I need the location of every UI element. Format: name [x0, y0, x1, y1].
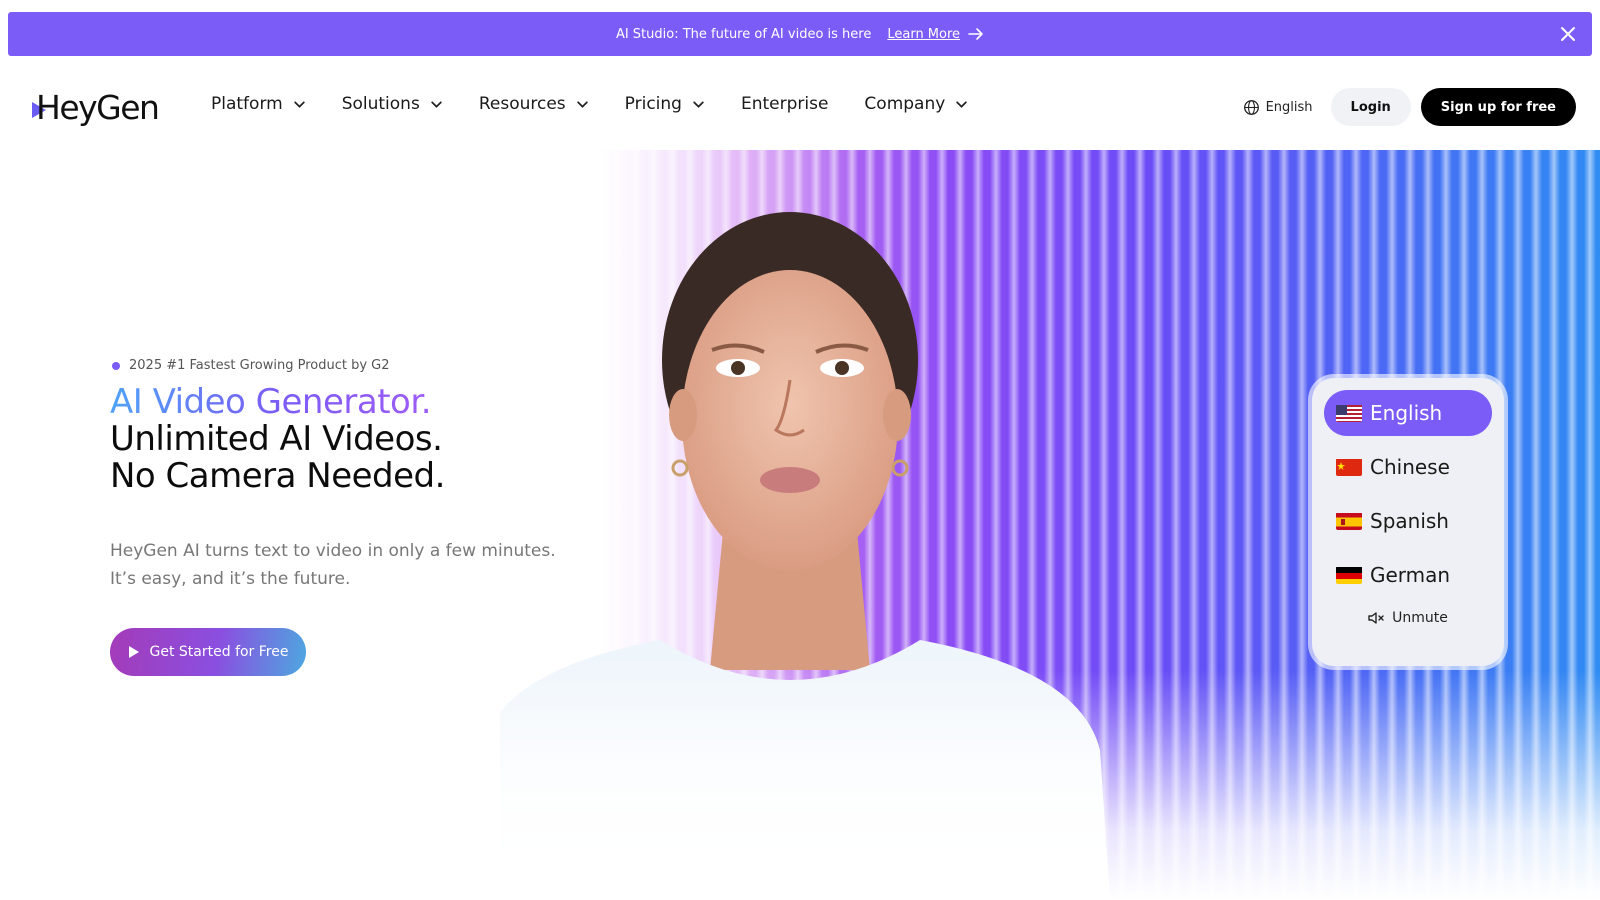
unmute-label: Unmute: [1392, 610, 1448, 626]
chevron-down-icon: [431, 100, 442, 108]
signup-button[interactable]: Sign up for free: [1420, 88, 1576, 126]
nav-company[interactable]: Company: [864, 94, 968, 114]
award-badge: 2025 #1 Fastest Growing Product by G2: [112, 358, 390, 373]
hero-headline: AI Video Generator. Unlimited AI Videos.…: [110, 384, 445, 495]
site-header: HeyGen Platform Solutions Resources Pric…: [0, 78, 1600, 138]
globe-icon: [1243, 99, 1259, 115]
language-option-english[interactable]: English: [1324, 390, 1492, 436]
header-actions: English Login Sign up for free: [1243, 88, 1576, 126]
language-label: English: [1265, 99, 1313, 115]
unmute-button[interactable]: Unmute: [1324, 610, 1492, 626]
language-option-chinese[interactable]: Chinese: [1324, 444, 1492, 490]
cn-flag-icon: [1336, 458, 1362, 476]
nav-solutions-label: Solutions: [341, 94, 420, 114]
headline-line-3: No Camera Needed.: [110, 456, 445, 496]
us-flag-icon: [1336, 404, 1362, 422]
nav-platform[interactable]: Platform: [211, 94, 306, 114]
hero-description: HeyGen AI turns text to video in only a …: [110, 537, 570, 593]
close-icon[interactable]: [1558, 24, 1578, 44]
de-flag-icon: [1336, 566, 1362, 584]
nav-enterprise[interactable]: Enterprise: [741, 94, 828, 114]
chevron-down-icon: [294, 100, 305, 108]
es-flag-icon: [1336, 512, 1362, 530]
cta-label: Get Started for Free: [149, 644, 289, 660]
language-selector-card: English Chinese Spanish German Unmute: [1312, 378, 1504, 666]
description-line-2: It’s easy, and it’s the future.: [110, 569, 351, 589]
nav-enterprise-label: Enterprise: [740, 94, 829, 114]
nav-resources[interactable]: Resources: [479, 94, 589, 114]
chevron-down-icon: [576, 100, 588, 108]
learn-more-link[interactable]: Learn More: [887, 27, 984, 42]
play-icon: [128, 646, 139, 658]
language-option-label: English: [1370, 401, 1443, 425]
heygen-logo[interactable]: HeyGen: [22, 88, 167, 128]
chevron-down-icon: [956, 100, 967, 108]
nav-resources-label: Resources: [478, 94, 566, 114]
chevron-down-icon: [693, 100, 704, 108]
login-button[interactable]: Login: [1330, 88, 1411, 126]
headline-line-1: AI Video Generator.: [110, 384, 445, 421]
nav-solutions[interactable]: Solutions: [342, 94, 443, 114]
nav-company-label: Company: [864, 94, 946, 114]
language-option-spanish[interactable]: Spanish: [1324, 498, 1492, 544]
nav-pricing-label: Pricing: [624, 94, 682, 114]
main-nav: Platform Solutions Resources Pricing Ent…: [211, 94, 1004, 114]
description-line-1: HeyGen AI turns text to video in only a …: [110, 541, 556, 561]
fade-bottom: [500, 670, 1600, 900]
speaker-muted-icon: [1368, 612, 1384, 624]
headline-line-2: Unlimited AI Videos.: [110, 419, 443, 459]
language-option-label: German: [1370, 563, 1451, 587]
get-started-button[interactable]: Get Started for Free: [110, 628, 306, 676]
learn-more-label: Learn More: [887, 26, 961, 42]
language-option-label: Spanish: [1370, 509, 1449, 533]
announcement-bar: AI Studio: The future of AI video is her…: [8, 12, 1592, 56]
badge-text: 2025 #1 Fastest Growing Product by G2: [129, 358, 390, 373]
language-switcher[interactable]: English: [1243, 99, 1313, 116]
nav-platform-label: Platform: [211, 94, 283, 114]
badge-dot: [112, 361, 120, 370]
arrow-right-icon: [968, 28, 983, 40]
announcement-text: AI Studio: The future of AI video is her…: [615, 26, 872, 42]
nav-pricing[interactable]: Pricing: [625, 94, 705, 114]
language-option-label: Chinese: [1370, 455, 1450, 479]
language-option-german[interactable]: German: [1324, 552, 1492, 598]
logo-text: HeyGen: [36, 88, 160, 127]
